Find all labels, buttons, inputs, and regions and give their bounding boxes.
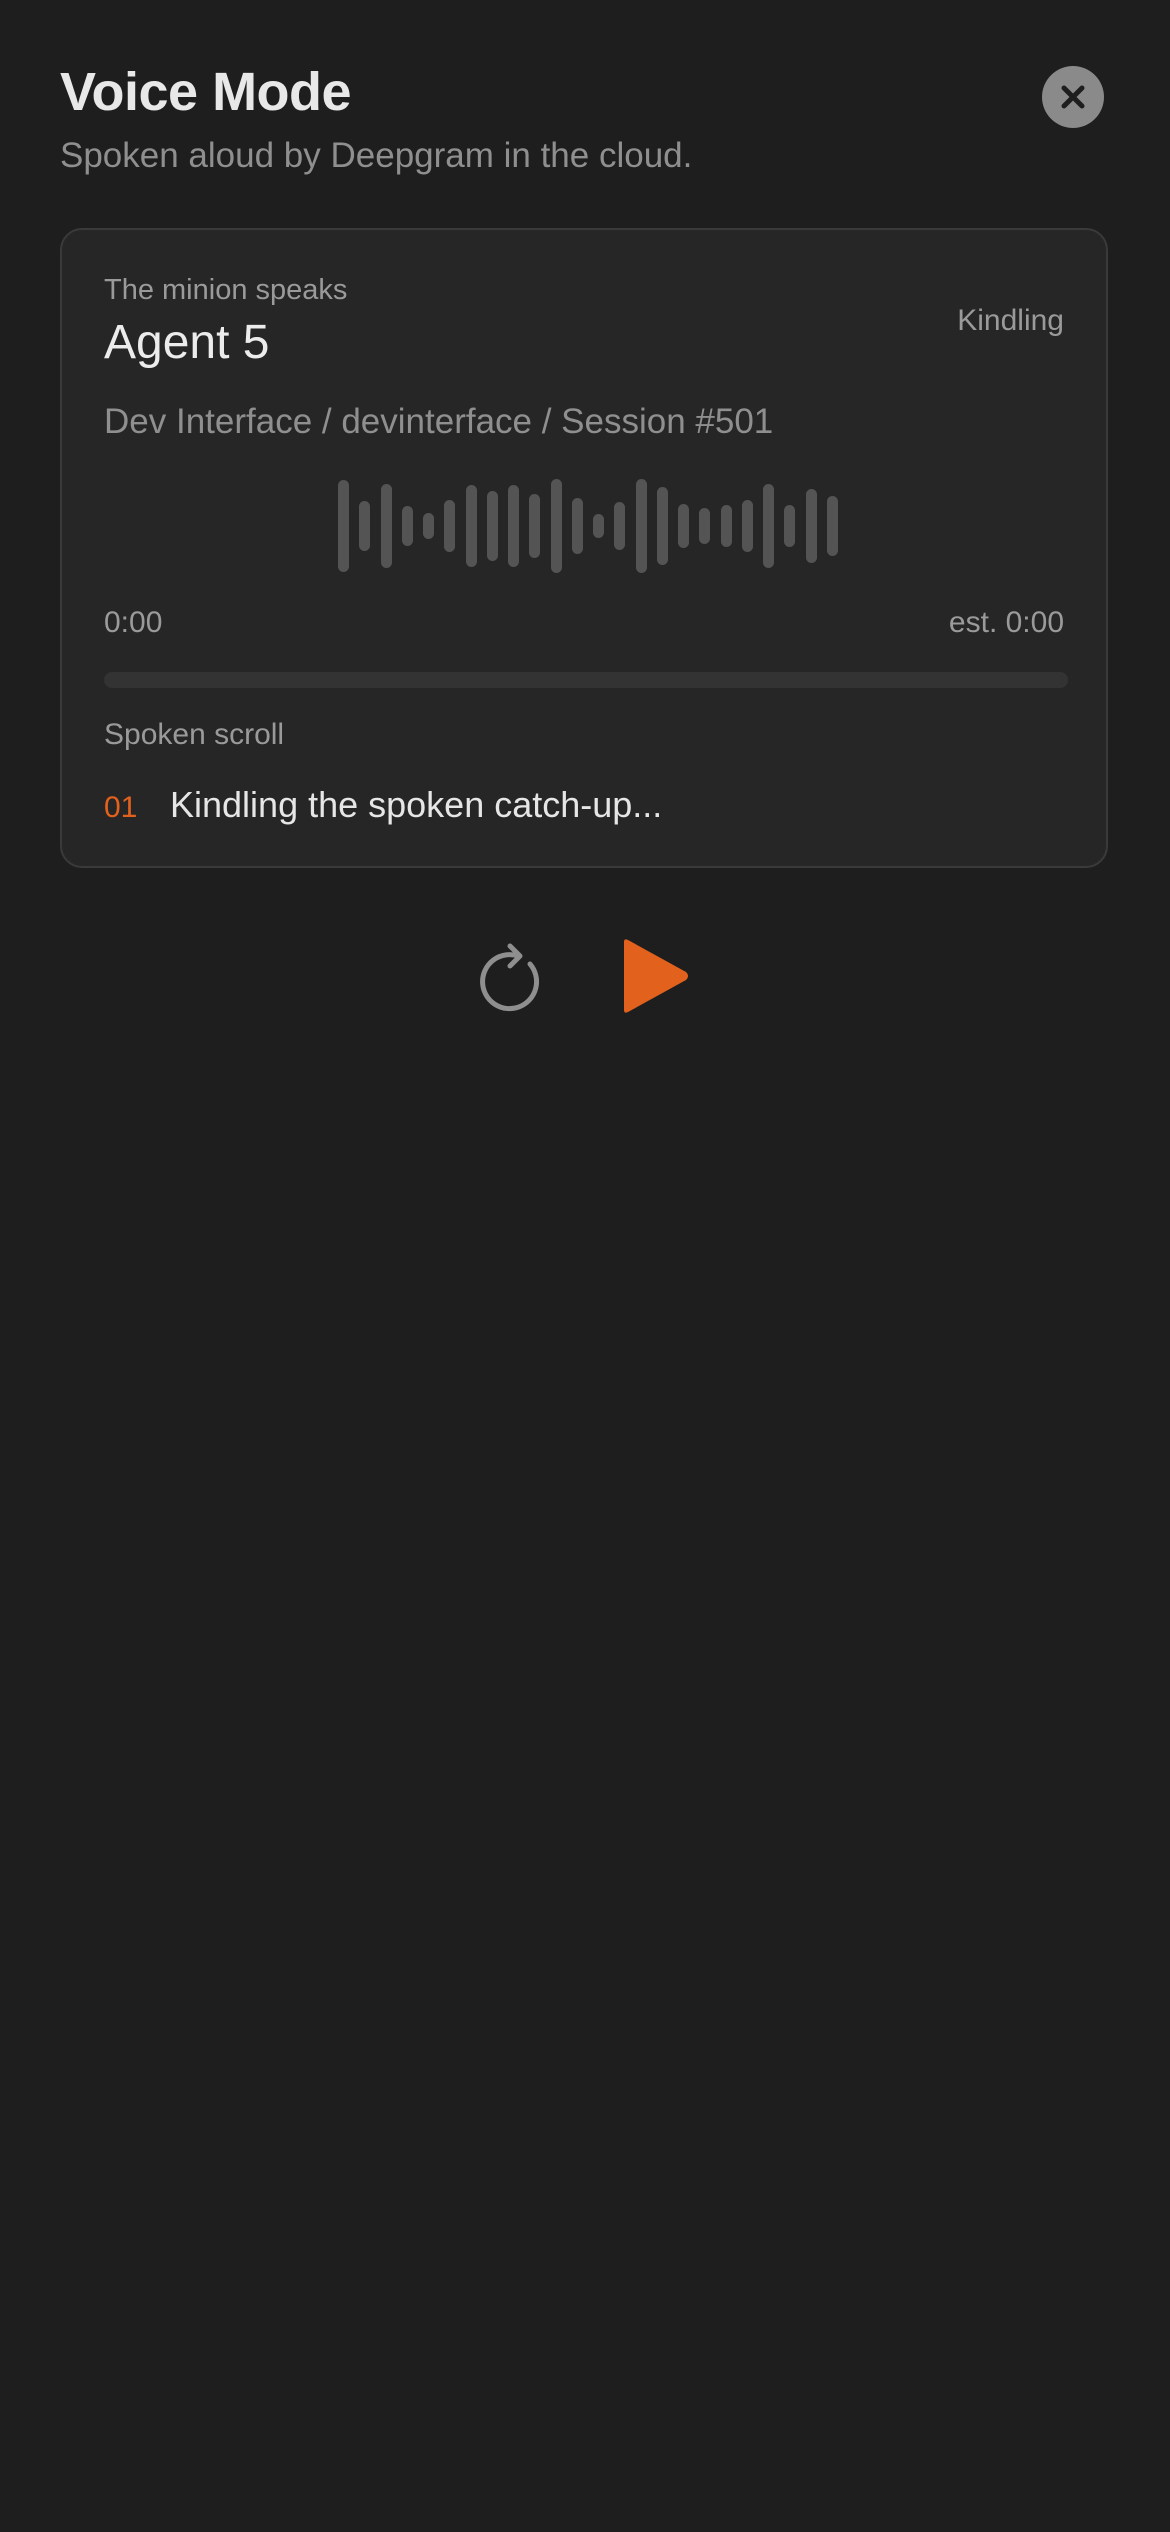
waveform-bar (678, 504, 689, 548)
close-button[interactable] (1042, 66, 1104, 128)
play-button[interactable] (616, 936, 692, 1016)
waveform-bar (401, 506, 413, 546)
waveform-bar (763, 484, 774, 568)
waveform-bar (826, 496, 838, 556)
page-subtitle: Spoken aloud by Deepgram in the cloud. (60, 136, 693, 175)
spoken-scroll-label: Spoken scroll (104, 718, 285, 751)
playback-progress-bar[interactable] (104, 672, 1068, 688)
waveform-bar (593, 514, 604, 538)
list-item-index: 01 (104, 791, 138, 824)
waveform-bar (635, 479, 647, 573)
session-path: Dev Interface / devinterface / Session #… (104, 402, 774, 441)
waveform-bar (805, 489, 817, 563)
playback-controls (480, 930, 700, 1020)
waveform-bar (656, 487, 668, 565)
close-icon (1061, 85, 1085, 109)
waveform-bar (338, 480, 349, 572)
waveform-bar (423, 513, 434, 539)
card-eyebrow: The minion speaks (104, 274, 348, 306)
waveform-bar (784, 505, 796, 547)
replay-button[interactable] (480, 940, 550, 1016)
status-label: Kindling (957, 304, 1064, 337)
agent-name: Agent 5 (104, 316, 270, 369)
waveform-bar (465, 485, 477, 567)
header: Voice Mode Spoken aloud by Deepgram in t… (60, 60, 1110, 178)
replay-icon (480, 943, 539, 1012)
elapsed-time: 0:00 (104, 606, 163, 639)
waveform-bar (444, 500, 456, 552)
waveform-bar (699, 508, 711, 544)
waveform-bar (486, 491, 498, 561)
page-title: Voice Mode (60, 62, 352, 122)
waveform-bar (550, 479, 562, 573)
voice-card: The minion speaks Agent 5 Kindling Dev I… (60, 228, 1108, 868)
waveform-icon (338, 476, 838, 576)
waveform-bar (380, 484, 392, 568)
list-item: 01 Kindling the spoken catch-up... (104, 784, 662, 826)
waveform-bar (508, 485, 519, 567)
waveform-bar (614, 502, 626, 550)
list-item-text: Kindling the spoken catch-up... (170, 784, 663, 825)
estimated-duration: est. 0:00 (948, 606, 1064, 639)
waveform-bar (720, 505, 732, 547)
waveform-bar (529, 494, 541, 558)
waveform-bar (359, 501, 371, 551)
waveform-bar (741, 500, 753, 552)
waveform-bar (571, 498, 583, 554)
play-icon (624, 939, 688, 1013)
